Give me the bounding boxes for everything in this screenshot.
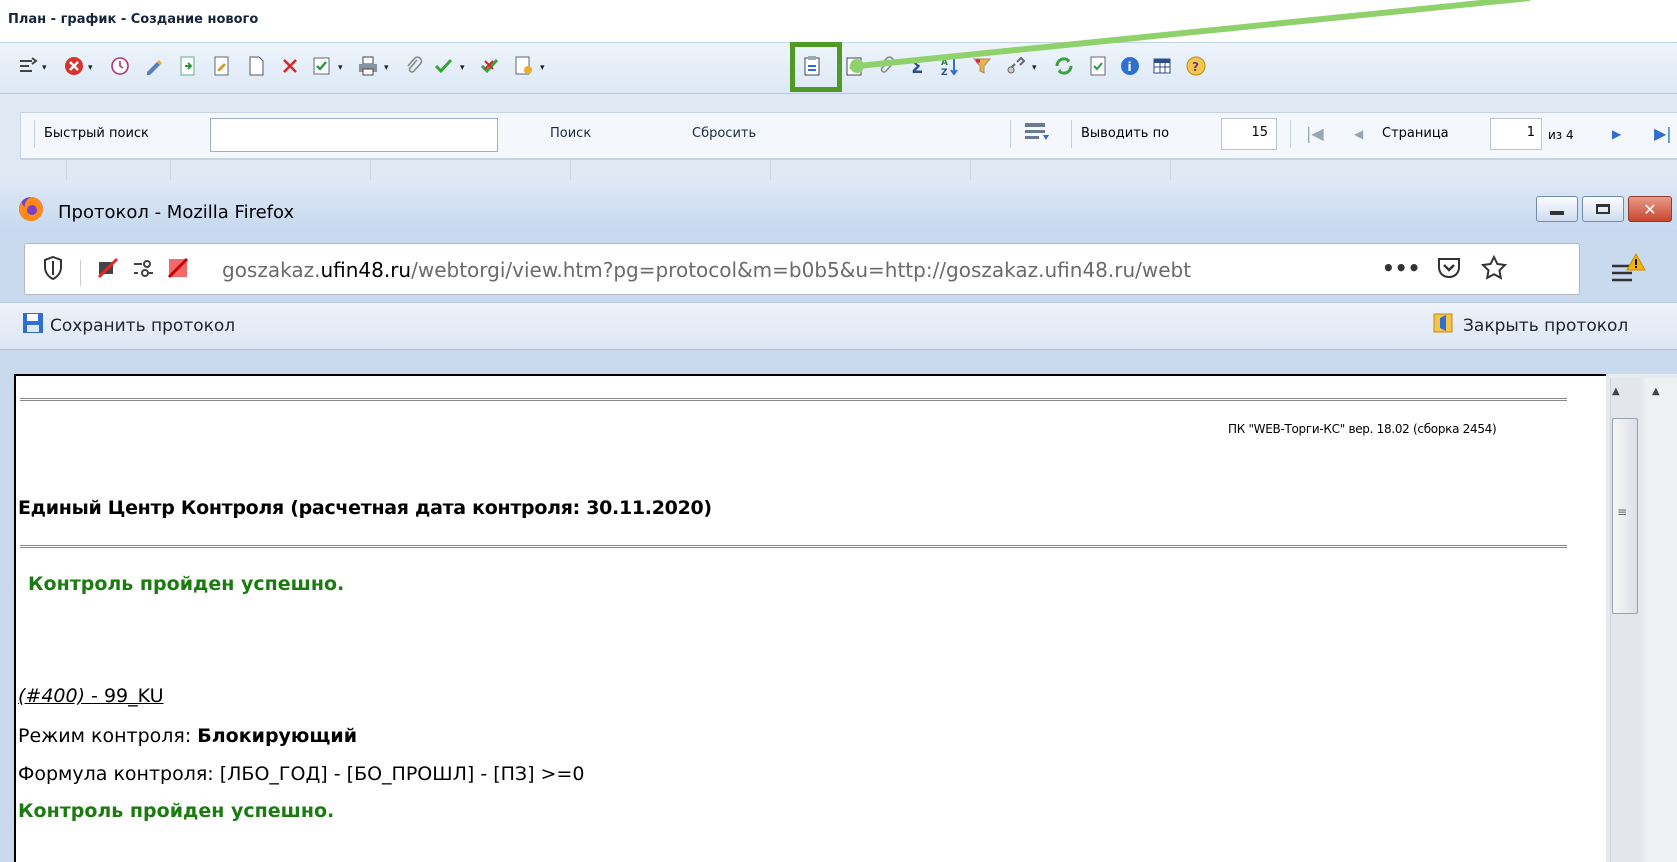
divider: [20, 398, 1567, 401]
close-protocol-button[interactable]: Закрыть протокол: [1463, 316, 1628, 336]
control-center-title: Единый Центр Контроля (расчетная дата ко…: [18, 497, 712, 519]
separator: [1071, 120, 1072, 148]
separator: [1290, 120, 1291, 148]
annotation-arrow: [850, 0, 1531, 73]
permissions-icon[interactable]: [132, 258, 154, 284]
rule-id-name: - 99_KU: [85, 685, 164, 707]
page-number-field[interactable]: 1: [1490, 118, 1542, 150]
separator: [34, 120, 35, 148]
quick-search-input[interactable]: [210, 118, 498, 152]
prev-page-icon[interactable]: ◀: [1354, 127, 1363, 141]
firefox-logo-icon: [16, 194, 46, 224]
quick-search-label: Быстрый поиск: [44, 126, 149, 141]
pocket-icon[interactable]: [1436, 255, 1462, 285]
last-page-icon[interactable]: ▶|: [1654, 124, 1672, 143]
protocol-document: [14, 374, 1606, 862]
version-label: ПК "WEB-Торги-КС" вер. 18.02 (сборка 245…: [1228, 422, 1497, 436]
save-protocol-button[interactable]: Сохранить протокол: [50, 316, 235, 336]
columns-settings-icon[interactable]: [1024, 121, 1050, 149]
reset-button[interactable]: Сбросить: [692, 126, 756, 141]
camera-blocked-icon[interactable]: [96, 256, 120, 284]
first-page-icon[interactable]: |◀: [1306, 124, 1324, 143]
bookmark-star-icon[interactable]: [1480, 254, 1508, 286]
minimize-button[interactable]: [1536, 196, 1578, 222]
control-mode-label: Режим контроля:: [18, 725, 198, 747]
shield-icon[interactable]: [42, 255, 64, 285]
rule-identifier: (#400) - 99_KU: [18, 685, 163, 707]
url-text[interactable]: goszakaz.ufin48.ru/webtorgi/view.htm?pg=…: [222, 258, 1191, 282]
page-total-label: из 4: [1548, 128, 1574, 142]
maximize-button[interactable]: [1582, 196, 1624, 222]
control-mode-value: Блокирующий: [197, 725, 358, 747]
exit-door-icon[interactable]: [1432, 312, 1454, 334]
next-page-icon[interactable]: ▶: [1612, 127, 1621, 141]
scroll-grip-icon: ≡: [1617, 505, 1628, 519]
divider: [20, 545, 1567, 548]
control-formula: Формула контроля: [ЛБО_ГОД] - [БО_ПРОШЛ]…: [18, 763, 585, 785]
page-actions-button[interactable]: •••: [1382, 256, 1420, 280]
save-icon[interactable]: [22, 312, 44, 334]
outer-scroll-up-icon[interactable]: ▲: [1652, 386, 1660, 397]
autoplay-blocked-icon[interactable]: [166, 256, 190, 284]
close-window-button[interactable]: ✕: [1628, 196, 1672, 222]
rule-id-link[interactable]: (#400): [18, 685, 85, 707]
separator: [1010, 120, 1011, 148]
rule-passed-message: Контроль пройден успешно.: [18, 800, 335, 822]
search-button[interactable]: Поиск: [550, 126, 591, 141]
hamburger-menu-icon[interactable]: [1608, 252, 1648, 290]
per-page-label: Выводить по: [1081, 126, 1170, 141]
protocol-toolbar: [0, 302, 1677, 350]
per-page-field[interactable]: 15: [1221, 118, 1277, 150]
firefox-window-title: Протокол - Mozilla Firefox: [58, 202, 295, 223]
page-label: Страница: [1382, 126, 1449, 141]
control-mode-row: Режим контроля: Блокирующий: [18, 725, 357, 747]
outer-scrollbar-track[interactable]: [1644, 378, 1677, 862]
control-passed-message: Контроль пройден успешно.: [28, 573, 345, 595]
scroll-up-icon[interactable]: ▲: [1612, 386, 1620, 397]
